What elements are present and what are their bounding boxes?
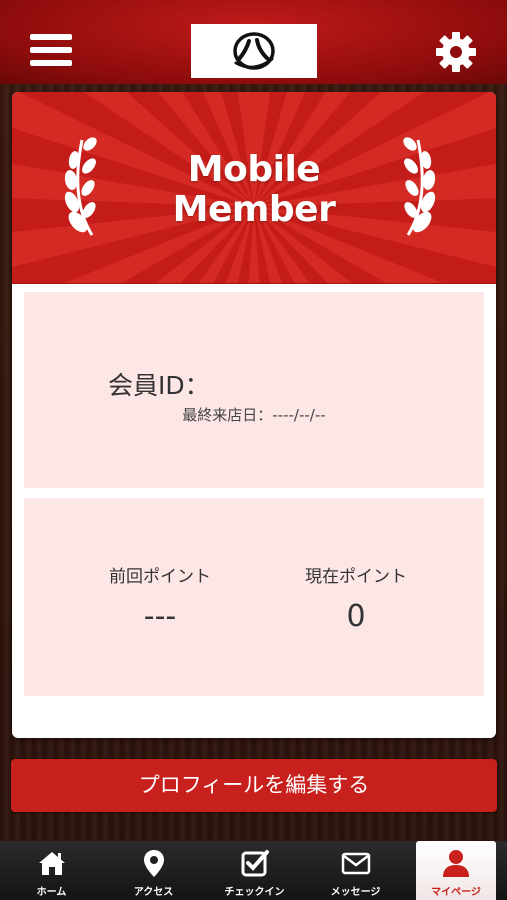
member-card: Mobile Member 会員ID： 最終来店日：----/--/-- 前回ポ… — [12, 92, 496, 738]
current-points: 現在ポイント 0 — [256, 562, 456, 634]
user-icon — [443, 850, 469, 877]
points-panel: 前回ポイント --- 現在ポイント 0 — [24, 498, 484, 696]
hamburger-menu-icon[interactable] — [30, 34, 74, 70]
tab-home-label: ホーム — [36, 887, 67, 898]
map-pin-icon — [143, 850, 164, 877]
member-id-label: 会員ID： — [108, 371, 210, 400]
tab-access[interactable]: アクセス — [103, 841, 204, 900]
tab-checkin-label: チェックイン — [224, 887, 285, 898]
previous-points-value: --- — [143, 599, 177, 634]
checkbox-icon — [241, 850, 269, 877]
previous-points-label: 前回ポイント — [109, 567, 211, 587]
home-icon — [38, 852, 65, 875]
tab-message[interactable]: メッセージ — [305, 841, 406, 900]
gear-icon[interactable] — [434, 30, 478, 74]
envelope-icon — [341, 852, 370, 875]
member-id-panel: 会員ID： 最終来店日：----/--/-- — [24, 292, 484, 488]
bottom-tab-bar: ホーム アクセス チェックイン メッセージ マイページ — [0, 841, 507, 900]
member-banner: Mobile Member — [12, 92, 496, 284]
app-header — [0, 0, 507, 84]
current-points-value: 0 — [346, 599, 366, 634]
tab-mypage-label: マイページ — [431, 887, 481, 898]
tab-checkin[interactable]: チェックイン — [204, 841, 305, 900]
laurel-right-icon — [403, 137, 436, 236]
tab-message-label: メッセージ — [330, 887, 381, 898]
tab-mypage[interactable]: マイページ — [416, 841, 496, 900]
previous-points: 前回ポイント --- — [60, 562, 260, 634]
edit-profile-button[interactable]: プロフィールを編集する — [11, 759, 497, 812]
current-points-label: 現在ポイント — [305, 567, 407, 587]
last-visit-date: 最終来店日：----/--/-- — [182, 406, 326, 424]
tab-access-label: アクセス — [133, 887, 174, 898]
tab-home[interactable]: ホーム — [0, 841, 103, 900]
logo — [191, 24, 317, 78]
hachi-logo — [233, 32, 275, 70]
